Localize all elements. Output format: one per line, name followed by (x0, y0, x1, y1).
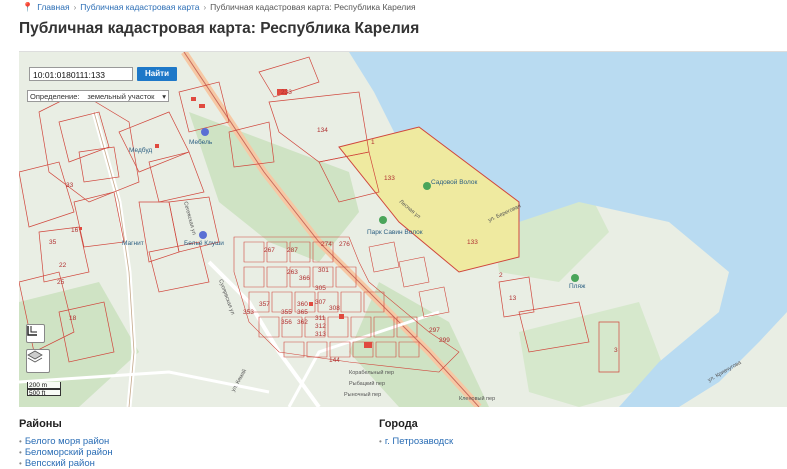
street-label: Кленовый пер (459, 395, 495, 402)
parcel-label: 133 (467, 239, 478, 246)
parcel-label: 308 (329, 305, 340, 312)
parcel-label: 16 (71, 227, 79, 234)
districts-heading: Районы (19, 418, 62, 430)
fullscreen-icon (27, 326, 37, 336)
parcel-label: 360 (297, 301, 308, 308)
scale-imperial: 500 ft (27, 389, 61, 397)
parcel-label: 313 (315, 331, 326, 338)
parcel-label: 311 (315, 315, 326, 322)
bullet-icon: • (19, 437, 22, 446)
cadastral-map[interactable]: 233 134 1 133 133 33 16 13 35 22 25 18 2… (19, 51, 787, 407)
parcel-label: 33 (66, 182, 74, 189)
shop-icon (201, 128, 209, 136)
parcel-label: 133 (384, 175, 395, 182)
breadcrumb-home[interactable]: Главная (37, 2, 69, 12)
definition-label: Определение: (30, 92, 80, 101)
parcel-label: 18 (69, 315, 77, 322)
parcel-label: 356 (281, 319, 292, 326)
fullscreen-button[interactable] (26, 324, 45, 343)
parcel-label: 362 (297, 319, 308, 326)
parcel-label: 357 (259, 301, 270, 308)
bullet-icon: • (19, 448, 22, 457)
parcel-label: 274 (321, 241, 332, 248)
parcel-label: 144 (329, 357, 340, 364)
definition-value: земельный участок (87, 92, 155, 101)
parcel-label: 233 (281, 89, 292, 96)
parcel-label: 355 (281, 309, 292, 316)
districts-section: Районы • Белого моря район • Беломорский р… (19, 418, 113, 469)
street-label: Рыбацкий пер (349, 380, 385, 387)
street-label: Корабельный пер (349, 369, 394, 376)
parcel-label: 301 (318, 267, 329, 274)
cities-heading: Города (379, 418, 418, 430)
shop-icon (199, 231, 207, 239)
scale-bar: 200 m 500 ft (27, 382, 61, 397)
definition-select[interactable]: Определение: земельный участок ▾ (27, 90, 169, 102)
parcel-label: 365 (297, 309, 308, 316)
place-label: Мебель (189, 138, 213, 146)
map-canvas[interactable]: 233 134 1 133 133 33 16 13 35 22 25 18 2… (19, 52, 787, 407)
list-item[interactable]: • г. Петрозаводск (379, 436, 453, 447)
parcel-label: 307 (315, 299, 326, 306)
parcel-label: 2 (499, 272, 503, 279)
street-label: Рыночный пер (344, 391, 381, 398)
scale-metric: 200 m (27, 382, 61, 389)
place-label: Медбуд (129, 146, 152, 154)
parcel-label: 25 (57, 279, 65, 286)
bullet-icon: • (379, 437, 382, 446)
parcel-label: 353 (243, 309, 254, 316)
place-label: Садовой Волок (431, 178, 478, 186)
parcel-label: 134 (317, 127, 328, 134)
parcel-label: 13 (509, 295, 517, 302)
list-item[interactable]: • Белого моря район (19, 436, 113, 447)
parcel-label: 366 (299, 275, 310, 282)
cadastral-number-search-input[interactable]: 10:01:0180111:133 (29, 67, 133, 81)
place-label: Парк Савин Волок (367, 229, 423, 236)
list-item[interactable]: • Беломорский район (19, 447, 113, 458)
parcel-label: 263 (287, 269, 298, 276)
beach-icon (571, 274, 579, 282)
park-icon (423, 182, 431, 190)
park-icon (379, 216, 387, 224)
parcel-label: 1 (371, 139, 375, 146)
chevron-down-icon: ▾ (162, 92, 166, 101)
parcel-label: 22 (59, 262, 67, 269)
layers-button[interactable] (26, 349, 50, 373)
page-title: Публичная кадастровая карта: Республика … (19, 20, 420, 37)
place-label: Пляж (569, 283, 586, 290)
parcel-label: 297 (429, 327, 440, 334)
parcel-label: 276 (339, 241, 350, 248)
cities-section: Города • г. Петрозаводск (379, 418, 453, 447)
layers-icon (27, 350, 43, 363)
parcel-label: 287 (287, 247, 298, 254)
breadcrumb-cadastral-map[interactable]: Публичная кадастровая карта (80, 2, 199, 12)
parcel-label: 312 (315, 323, 326, 330)
place-label: Бельё Клуши (184, 240, 224, 247)
breadcrumb-separator-icon: › (203, 2, 207, 12)
find-button[interactable]: Найти (137, 67, 177, 81)
place-label: Магнит (122, 240, 144, 247)
parcel-label: 299 (439, 337, 450, 344)
parcel-label: 267 (264, 247, 275, 254)
breadcrumb: 📍 Главная › Публичная кадастровая карта … (22, 0, 416, 14)
parcel-label: 3 (614, 347, 618, 354)
location-pin-icon: 📍 (22, 1, 34, 12)
breadcrumb-current: Публичная кадастровая карта: Республика … (210, 2, 416, 12)
parcel-label: 305 (315, 285, 326, 292)
breadcrumb-separator-icon: › (73, 2, 77, 12)
parcel-label: 35 (49, 239, 57, 246)
